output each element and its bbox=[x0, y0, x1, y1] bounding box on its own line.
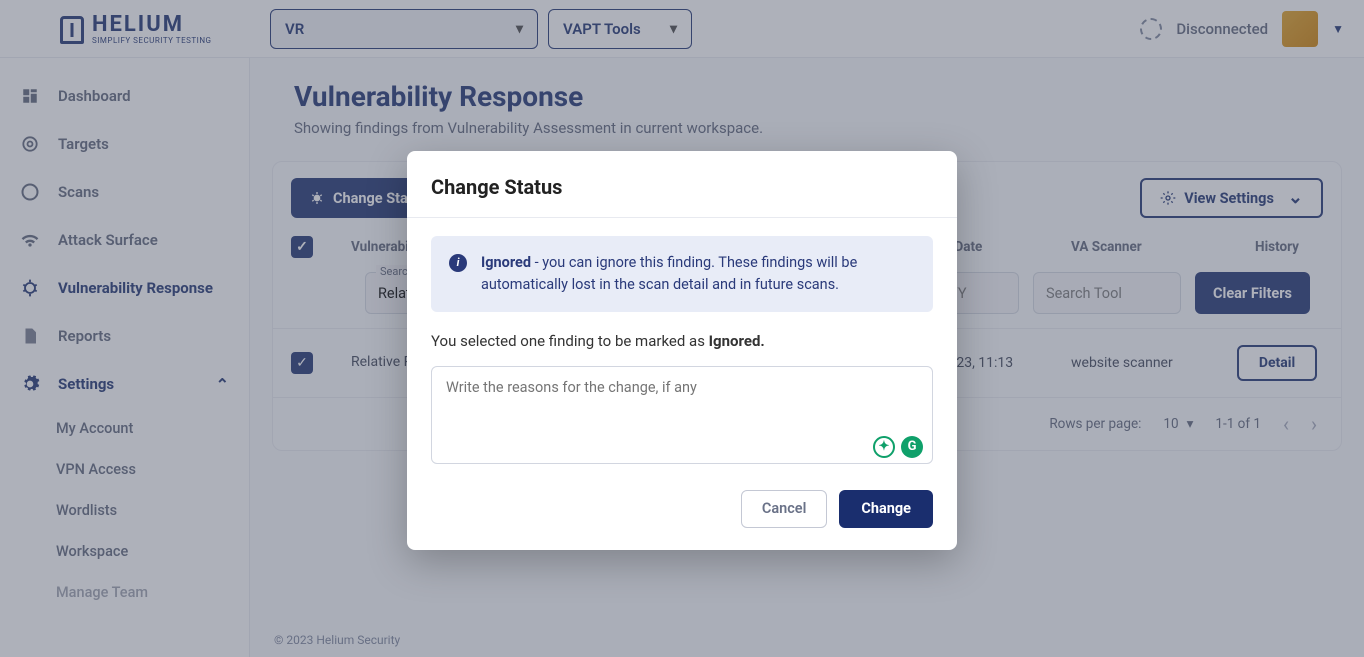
info-banner: i Ignored - you can ignore this finding.… bbox=[431, 236, 933, 312]
cancel-button[interactable]: Cancel bbox=[741, 490, 828, 528]
modal-title: Change Status bbox=[431, 175, 933, 199]
reason-textarea[interactable] bbox=[431, 366, 933, 464]
grammarly-icon[interactable]: G bbox=[901, 436, 923, 458]
info-icon: i bbox=[449, 254, 467, 272]
info-description: - you can ignore this finding. These fin… bbox=[481, 254, 857, 293]
selection-summary: You selected one finding to be marked as… bbox=[431, 332, 933, 350]
change-button[interactable]: Change bbox=[839, 490, 933, 528]
change-status-modal: Change Status i Ignored - you can ignore… bbox=[407, 151, 957, 550]
grammarly-badges: ✦ G bbox=[873, 436, 923, 458]
info-status-name: Ignored bbox=[481, 254, 531, 271]
modal-divider bbox=[407, 217, 957, 218]
grammarly-bulb-icon[interactable]: ✦ bbox=[873, 436, 895, 458]
